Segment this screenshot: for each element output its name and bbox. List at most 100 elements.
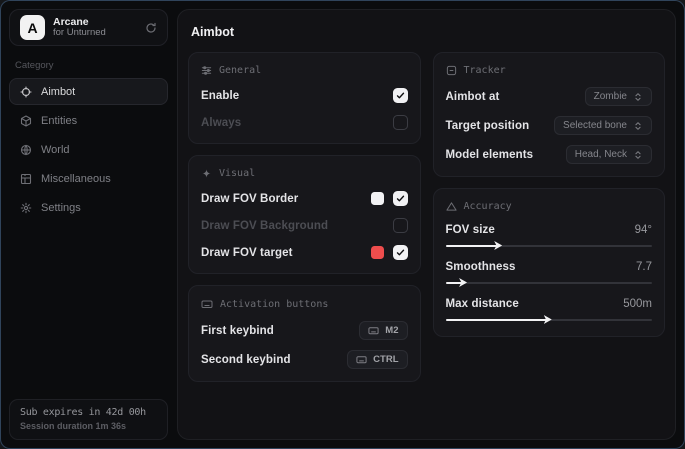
setting-label: First keybind	[201, 325, 274, 337]
setting-row-enable: Enable	[201, 87, 408, 104]
sidebar-nav: Aimbot Entities World	[9, 78, 168, 221]
setting-row-target-position: Target position Selected bone	[446, 116, 653, 135]
enable-checkbox[interactable]	[393, 88, 408, 103]
app-logo: A	[20, 15, 45, 40]
globe-icon	[20, 144, 32, 156]
general-card: General Enable Always	[188, 52, 421, 144]
fov-background-checkbox[interactable]	[393, 218, 408, 233]
left-column: General Enable Always	[188, 52, 421, 382]
setting-row-always: Always	[201, 114, 408, 131]
first-keybind-button[interactable]: M2	[359, 321, 407, 340]
page-title: Aimbot	[191, 25, 665, 39]
brand-card: A Arcane for Unturned	[9, 9, 168, 46]
setting-row-fov-border: Draw FOV Border	[201, 190, 408, 207]
triangle-icon	[446, 201, 457, 212]
always-checkbox[interactable]	[393, 115, 408, 130]
setting-label: Enable	[201, 90, 239, 102]
keybind-value: M2	[385, 325, 398, 336]
activation-card: Activation buttons First keybind M2	[188, 285, 421, 382]
fov-size-setting: FOV size 94°	[446, 224, 653, 250]
crosshair-icon	[20, 86, 32, 98]
sidebar-item-label: Aimbot	[41, 86, 75, 98]
category-label: Category	[15, 60, 162, 71]
setting-label: Draw FOV Border	[201, 193, 298, 205]
subscription-status-card: Sub expires in 42d 00h Session duration …	[9, 399, 168, 440]
setting-label: FOV size	[446, 224, 495, 236]
visual-card: Visual Draw FOV Border Draw FOV Backgrou…	[188, 155, 421, 274]
tracker-icon	[446, 65, 457, 76]
slider-thumb[interactable]	[494, 241, 502, 250]
refresh-icon[interactable]	[145, 22, 157, 34]
dropdown-value: Head, Neck	[575, 149, 627, 160]
setting-row-second-keybind: Second keybind CTRL	[201, 350, 408, 369]
smoothness-setting: Smoothness 7.7	[446, 261, 653, 287]
slider-thumb[interactable]	[459, 278, 467, 287]
tracker-card: Tracker Aimbot at Zombie Target position	[433, 52, 666, 177]
main-panel: Aimbot General Enable	[177, 9, 676, 440]
sidebar-item-label: Settings	[41, 202, 81, 214]
sparkle-icon	[201, 168, 212, 179]
fov-size-value: 94°	[635, 224, 652, 236]
sidebar-item-label: World	[41, 144, 70, 156]
section-title: General	[219, 65, 261, 76]
section-title: Visual	[219, 168, 255, 179]
sidebar-item-miscellaneous[interactable]: Miscellaneous	[9, 165, 168, 192]
sliders-icon	[201, 65, 212, 76]
sub-expiry-text: Sub expires in 42d 00h	[20, 407, 157, 418]
chevron-up-down-icon	[633, 150, 643, 160]
setting-label: Aimbot at	[446, 91, 500, 103]
aimbot-at-dropdown[interactable]: Zombie	[585, 87, 652, 106]
right-column: Tracker Aimbot at Zombie Target position	[433, 52, 666, 337]
chevron-up-down-icon	[633, 121, 643, 131]
app-subtitle: for Unturned	[53, 28, 106, 39]
sidebar: A Arcane for Unturned Category Aimbot	[1, 1, 176, 448]
setting-label: Draw FOV target	[201, 247, 293, 259]
sidebar-item-aimbot[interactable]: Aimbot	[9, 78, 168, 105]
setting-label: Smoothness	[446, 261, 516, 273]
setting-row-first-keybind: First keybind M2	[201, 321, 408, 340]
fov-size-slider[interactable]	[446, 241, 653, 250]
sidebar-item-entities[interactable]: Entities	[9, 107, 168, 134]
second-keybind-button[interactable]: CTRL	[347, 350, 407, 369]
fov-border-color-swatch[interactable]	[371, 192, 384, 205]
max-distance-setting: Max distance 500m	[446, 298, 653, 324]
sidebar-item-world[interactable]: World	[9, 136, 168, 163]
sidebar-item-label: Miscellaneous	[41, 173, 111, 185]
setting-label: Max distance	[446, 298, 519, 310]
setting-label: Draw FOV Background	[201, 220, 328, 232]
chevron-up-down-icon	[633, 92, 643, 102]
fov-target-checkbox[interactable]	[393, 245, 408, 260]
dropdown-value: Selected bone	[563, 120, 627, 131]
session-duration-text: Session duration 1m 36s	[20, 421, 157, 431]
sidebar-item-label: Entities	[41, 115, 77, 127]
setting-row-aimbot-at: Aimbot at Zombie	[446, 87, 653, 106]
cube-icon	[20, 115, 32, 127]
keyboard-icon	[356, 354, 367, 365]
model-elements-dropdown[interactable]: Head, Neck	[566, 145, 652, 164]
sidebar-item-settings[interactable]: Settings	[9, 194, 168, 221]
max-distance-value: 500m	[623, 298, 652, 310]
setting-row-fov-background: Draw FOV Background	[201, 217, 408, 234]
grid-icon	[20, 173, 32, 185]
slider-thumb[interactable]	[544, 315, 552, 324]
smoothness-value: 7.7	[636, 261, 652, 273]
app-window: A Arcane for Unturned Category Aimbot	[0, 0, 685, 449]
max-distance-slider[interactable]	[446, 315, 653, 324]
setting-label: Always	[201, 117, 241, 129]
accuracy-card: Accuracy FOV size 94°	[433, 188, 666, 337]
fov-border-checkbox[interactable]	[393, 191, 408, 206]
setting-label: Second keybind	[201, 354, 291, 366]
section-title: Tracker	[464, 65, 506, 76]
keyboard-icon	[368, 325, 379, 336]
dropdown-value: Zombie	[594, 91, 627, 102]
setting-label: Model elements	[446, 149, 534, 161]
setting-row-fov-target: Draw FOV target	[201, 244, 408, 261]
smoothness-slider[interactable]	[446, 278, 653, 287]
keybind-value: CTRL	[373, 354, 398, 365]
section-title: Accuracy	[464, 201, 512, 212]
keyboard-icon	[201, 298, 213, 310]
section-title: Activation buttons	[220, 299, 328, 310]
target-position-dropdown[interactable]: Selected bone	[554, 116, 652, 135]
setting-label: Target position	[446, 120, 530, 132]
fov-target-color-swatch[interactable]	[371, 246, 384, 259]
